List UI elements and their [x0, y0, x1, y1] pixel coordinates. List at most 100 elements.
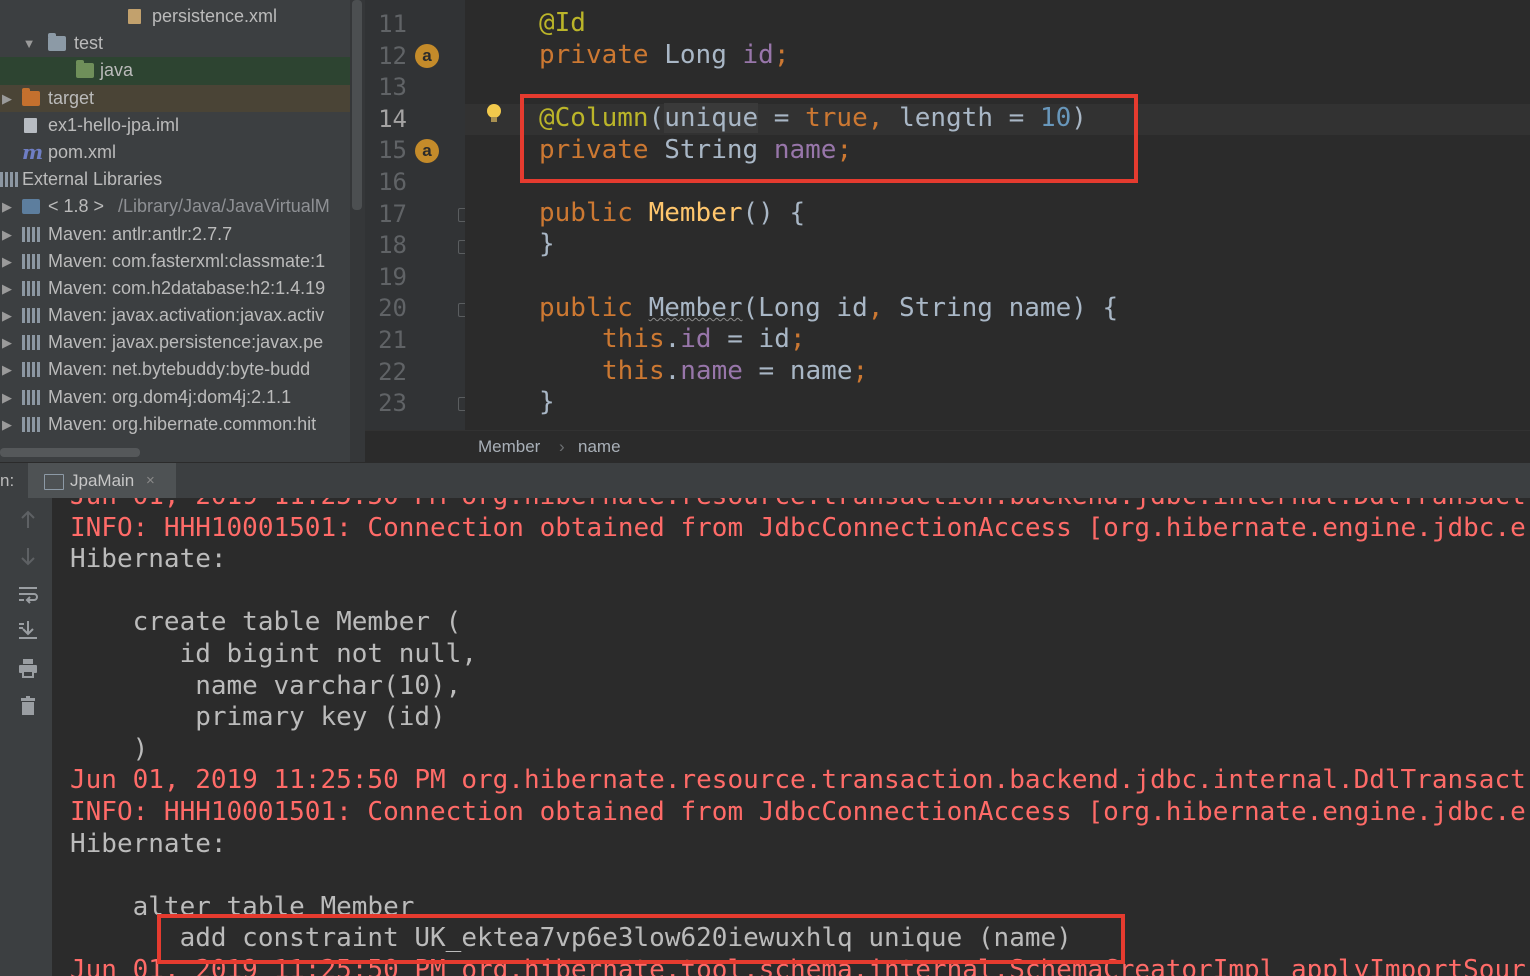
jpa-attribute-gutter-icon[interactable]: a — [415, 139, 439, 163]
soft-wrap-icon[interactable] — [16, 582, 40, 606]
console-icon — [44, 474, 64, 490]
collapse-arrow-icon[interactable]: ▶ — [0, 275, 14, 302]
code-editor[interactable]: @Id private Long id; @Column(unique = tr… — [465, 0, 1530, 430]
tree-item-label: Maven: com.h2database:h2:1.4.19 — [48, 277, 326, 298]
console-line: Hibernate: — [70, 544, 227, 575]
tree-item[interactable]: ▶ Maven: javax.persistence:javax.pe — [0, 329, 350, 356]
line-number: 12 — [378, 41, 407, 70]
code-line-20[interactable]: public Member(Long id, String name) { — [539, 293, 1118, 323]
intention-lightbulb-icon[interactable] — [487, 104, 501, 122]
console-line: INFO: HHH10001501: Connection obtained f… — [70, 797, 1526, 827]
run-label: n: — [0, 471, 15, 490]
jpa-attribute-gutter-icon[interactable]: a — [415, 44, 439, 68]
maven-file-icon: m — [22, 139, 44, 164]
library-icon — [22, 226, 40, 242]
code-line-21[interactable]: this.id = id; — [602, 324, 806, 354]
excluded-folder-icon — [22, 87, 40, 106]
library-icon — [22, 416, 40, 432]
collapse-arrow-icon[interactable]: ▶ — [0, 193, 14, 220]
tree-item[interactable]: ▼ test — [0, 30, 350, 57]
code-line-22[interactable]: this.name = name; — [602, 356, 868, 386]
tree-item[interactable]: ▶ < 1.8 > /Library/Java/JavaVirtualM — [0, 193, 350, 220]
tree-item[interactable]: ▶ Maven: org.dom4j:dom4j:2.1.1 — [0, 384, 350, 411]
tree-item[interactable]: ▶ Maven: net.bytebuddy:byte-budd — [0, 356, 350, 383]
line-number: 22 — [378, 357, 407, 386]
tree-item-label: Maven: org.hibernate.common:hit — [48, 413, 317, 434]
tree-item[interactable]: ▶ Maven: antlr:antlr:2.7.7 — [0, 221, 350, 248]
collapse-arrow-icon[interactable]: ▶ — [0, 302, 14, 329]
jdk-icon — [22, 199, 40, 215]
library-icon — [22, 335, 40, 351]
collapse-arrow-icon[interactable]: ▶ — [0, 85, 14, 112]
tree-horizontal-scrollbar[interactable] — [0, 448, 140, 457]
library-icon — [22, 362, 40, 378]
collapse-arrow-icon[interactable]: ▶ — [0, 329, 14, 356]
line-number: 15 — [378, 136, 407, 165]
tab-jpamain[interactable]: JpaMain × — [28, 463, 176, 499]
run-tool-window-header: n: JpaMain × — [0, 462, 1530, 499]
tree-item-label: java — [100, 60, 134, 81]
tree-item[interactable]: ▶ Maven: com.fasterxml:classmate:1 — [0, 248, 350, 275]
collapse-arrow-icon[interactable]: ▶ — [0, 411, 14, 438]
console-line: Jun 01, 2019 11:25:50 PM org.hibernate.r… — [70, 498, 1526, 511]
console-line: Jun 01, 2019 11:25:50 PM org.hibernate.r… — [70, 765, 1526, 796]
tree-item[interactable]: ▶ Maven: org.hibernate.common:hit — [0, 411, 350, 438]
code-line-11[interactable]: @Id — [539, 8, 586, 38]
breadcrumb-separator: › — [559, 437, 565, 456]
collapse-arrow-icon[interactable]: ▶ — [0, 248, 14, 275]
library-icon — [0, 172, 18, 188]
project-tree: persistence.xml ▼ test java ▶ target ex1-hello… — [0, 3, 350, 438]
library-icon — [22, 308, 40, 324]
line-number: 20 — [378, 294, 407, 323]
tree-item-label: External Libraries — [22, 169, 163, 190]
breadcrumb: Member › name — [365, 430, 1530, 463]
line-number: 21 — [378, 326, 407, 354]
iml-file-icon — [24, 117, 37, 133]
tree-item-label: ex1-hello-jpa.iml — [48, 114, 180, 135]
tree-item-label: persistence.xml — [152, 6, 278, 26]
breadcrumb-member[interactable]: name — [578, 431, 621, 463]
code-line-12[interactable]: private Long id; — [539, 40, 789, 70]
tree-vertical-scrollbar[interactable] — [352, 0, 362, 210]
trash-icon[interactable] — [16, 694, 40, 718]
collapse-arrow-icon[interactable]: ▶ — [0, 356, 14, 383]
scroll-to-end-icon[interactable] — [16, 618, 40, 642]
close-icon[interactable]: × — [146, 463, 155, 499]
tree-item-label: Maven: org.dom4j:dom4j:2.1.1 — [48, 386, 292, 407]
tree-item[interactable]: ▶ Maven: com.h2database:h2:1.4.19 — [0, 275, 350, 302]
expand-arrow-icon[interactable]: ▼ — [22, 30, 36, 57]
source-folder-icon — [76, 60, 94, 79]
tree-item-label: Maven: com.fasterxml:classmate:1 — [48, 250, 326, 271]
console-output[interactable]: Jun 01, 2019 11:25:50 PM org.hibernate.r… — [52, 498, 1530, 976]
arrow-down-icon[interactable] — [16, 544, 40, 568]
line-number: 14 — [378, 104, 407, 133]
tree-item-label: < 1.8 > — [48, 196, 105, 217]
tree-item[interactable]: ▶ target — [0, 84, 350, 112]
tree-item[interactable]: ▶ Maven: javax.activation:javax.activ — [0, 302, 350, 329]
project-tree-panel: persistence.xml ▼ test java ▶ target ex1-hello… — [0, 0, 350, 462]
breadcrumb-class[interactable]: Member — [478, 431, 540, 463]
collapse-arrow-icon[interactable]: ▶ — [0, 384, 14, 411]
code-line-17[interactable]: public Member() { — [539, 198, 805, 228]
tree-item-label: pom.xml — [48, 141, 117, 162]
tree-item[interactable]: m pom.xml — [0, 139, 350, 166]
line-number: 11 — [378, 10, 407, 38]
tree-item-label: target — [48, 87, 95, 108]
print-icon[interactable] — [16, 656, 40, 680]
tree-item[interactable]: ex1-hello-jpa.iml — [0, 112, 350, 139]
editor-gutter: 11 12 13 14 15 16 17 18 19 20 21 22 23 — [365, 0, 465, 430]
tree-item-label: Maven: net.bytebuddy:byte-budd — [48, 359, 311, 380]
tree-item[interactable]: java — [0, 57, 350, 85]
xml-file-icon — [128, 9, 141, 24]
tree-item-label: Maven: javax.persistence:javax.pe — [48, 332, 324, 353]
arrow-up-icon[interactable] — [16, 508, 40, 532]
library-icon — [22, 253, 40, 269]
tree-item[interactable]: persistence.xml — [0, 3, 350, 30]
code-line-23[interactable]: } — [539, 387, 555, 417]
code-line-18[interactable]: } — [539, 229, 555, 259]
collapse-arrow-icon[interactable]: ▶ — [0, 221, 14, 248]
line-number: 13 — [378, 73, 407, 102]
tree-item[interactable]: External Libraries — [0, 166, 350, 193]
tree-item-label: Maven: antlr:antlr:2.7.7 — [48, 223, 233, 244]
line-number: 16 — [378, 168, 407, 196]
